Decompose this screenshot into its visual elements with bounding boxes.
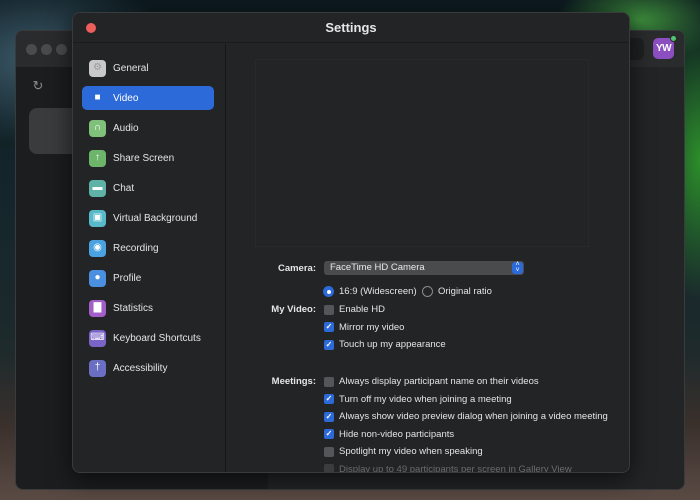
checkbox-always-show-video-preview-dialog-when-joining-a-video-meeting[interactable]: ✓ Always show video preview dialog when j… — [324, 410, 608, 423]
refresh-icon[interactable]: ↻ — [31, 79, 45, 93]
sidebar-item-label: Share Screen — [113, 152, 175, 164]
sidebar-item-label: Video — [113, 92, 139, 104]
camera-select-value: FaceTime HD Camera — [330, 262, 425, 273]
checkbox-empty-icon — [324, 446, 334, 457]
checkbox-empty-icon — [324, 304, 334, 315]
sidebar-item-accessibility[interactable]: † Accessibility — [82, 356, 214, 380]
sidebar-item-label: Profile — [113, 272, 142, 284]
checkbox-label: Spotlight my video when speaking — [339, 446, 483, 457]
checkbox-spotlight-my-video-when-speaking[interactable]: Spotlight my video when speaking — [324, 445, 483, 458]
checkbox-display-up-to-49-participants-per-screen-in-gallery-view: Display up to 49 participants per screen… — [324, 463, 572, 473]
sidebar-item-recording[interactable]: ◉ Recording — [82, 236, 214, 260]
checkbox-enable-hd[interactable]: Enable HD — [324, 303, 385, 316]
sidebar-item-label: Statistics — [113, 302, 154, 314]
checkbox-label: Enable HD — [339, 304, 385, 315]
person-background-icon: ▣ — [89, 209, 106, 227]
window-zoom-button[interactable] — [56, 44, 67, 55]
sidebar-item-profile[interactable]: ● Profile — [82, 266, 214, 290]
sidebar-item-label: Audio — [113, 122, 139, 134]
checkmark-icon: ✓ — [324, 429, 334, 439]
checkbox-mirror-my-video[interactable]: ✓ Mirror my video — [324, 321, 404, 334]
keyboard-icon: ⌨ — [89, 329, 106, 347]
sidebar-item-keyboard-shortcuts[interactable]: ⌨ Keyboard Shortcuts — [82, 326, 214, 350]
settings-sidebar: ⚙ General ■ Video ∩ Audio ↑ Share Screen ▬ Chat ▣ V… — [73, 44, 226, 472]
sidebar-item-virtual-background[interactable]: ▣ Virtual Background — [82, 206, 214, 230]
checkmark-icon: ✓ — [324, 394, 334, 404]
sidebar-item-label: Keyboard Shortcuts — [113, 332, 201, 344]
bar-chart-icon: ▇ — [89, 299, 106, 317]
record-icon: ◉ — [89, 239, 106, 257]
profile-icon: ● — [89, 269, 106, 287]
accessibility-icon: † — [89, 359, 106, 377]
radio-unselected-icon — [422, 286, 433, 297]
checkbox-label: Turn off my video when joining a meeting — [339, 393, 512, 405]
checkmark-icon: ✓ — [324, 411, 334, 422]
checkbox-turn-off-my-video-when-joining-a-meeting[interactable]: ✓ Turn off my video when joining a meetin… — [324, 393, 512, 406]
checkbox-always-display-participant-name-on-their-videos[interactable]: Always display participant name on their… — [324, 375, 539, 388]
sidebar-item-audio[interactable]: ∩ Audio — [82, 116, 214, 140]
checkbox-label: Always show video preview dialog when jo… — [339, 411, 608, 422]
sidebar-item-label: Virtual Background — [113, 212, 198, 224]
checkbox-label: Touch up my appearance — [339, 339, 446, 350]
sidebar-item-label: General — [113, 62, 149, 74]
window-minimize-button[interactable] — [41, 44, 52, 55]
sidebar-item-chat[interactable]: ▬ Chat — [82, 176, 214, 200]
select-arrows-icon: ˄ ˅ — [512, 261, 523, 274]
checkbox-label: Hide non-video participants — [339, 428, 455, 440]
headphones-icon: ∩ — [89, 119, 106, 137]
share-screen-icon: ↑ — [89, 149, 106, 167]
checkmark-icon: ✓ — [324, 322, 334, 332]
checkbox-empty-icon — [324, 376, 334, 387]
aspect-original-radio[interactable]: Original ratio — [422, 285, 492, 298]
sidebar-item-label: Chat — [113, 182, 135, 194]
checkbox-label: Always display participant name on their… — [339, 376, 539, 387]
settings-title: Settings — [325, 20, 377, 35]
gear-icon: ⚙ — [89, 59, 106, 77]
sidebar-item-label: Accessibility — [113, 362, 168, 374]
sidebar-item-general[interactable]: ⚙ General — [82, 56, 214, 80]
checkbox-empty-icon — [324, 464, 334, 472]
aspect-widescreen-radio[interactable]: 16:9 (Widescreen) — [323, 285, 417, 298]
camera-select[interactable]: FaceTime HD Camera ˄ ˅ — [324, 261, 524, 275]
checkbox-hide-non-video-participants[interactable]: ✓ Hide non-video participants — [324, 428, 454, 441]
checkbox-label: Mirror my video — [339, 321, 405, 333]
checkbox-touch-up-my-appearance[interactable]: ✓ Touch up my appearance — [324, 338, 446, 351]
sidebar-item-statistics[interactable]: ▇ Statistics — [82, 296, 214, 320]
chat-bubble-icon: ▬ — [89, 179, 106, 197]
video-settings-panel: Camera: FaceTime HD Camera ˄ ˅ 16:9 (Wide… — [226, 44, 629, 472]
radio-selected-icon — [323, 286, 334, 297]
my-video-label: My Video: — [271, 304, 316, 315]
window-close-button[interactable] — [26, 44, 37, 55]
checkmark-icon: ✓ — [324, 339, 334, 350]
sidebar-item-video[interactable]: ■ Video — [82, 86, 214, 110]
sidebar-item-label: Recording — [113, 242, 159, 254]
checkbox-label: Display up to 49 participants per screen… — [339, 463, 572, 473]
meetings-label: Meetings: — [271, 376, 316, 387]
camera-label: Camera: — [277, 263, 316, 274]
video-camera-icon: ■ — [94, 92, 101, 103]
sidebar-item-share-screen[interactable]: ↑ Share Screen — [82, 146, 214, 170]
online-status-icon — [670, 35, 677, 42]
video-preview — [255, 59, 589, 247]
settings-titlebar: Settings — [73, 13, 629, 43]
settings-window: Settings ⚙ General ■ Video ∩ Audio ↑ Share Scre… — [72, 12, 630, 473]
